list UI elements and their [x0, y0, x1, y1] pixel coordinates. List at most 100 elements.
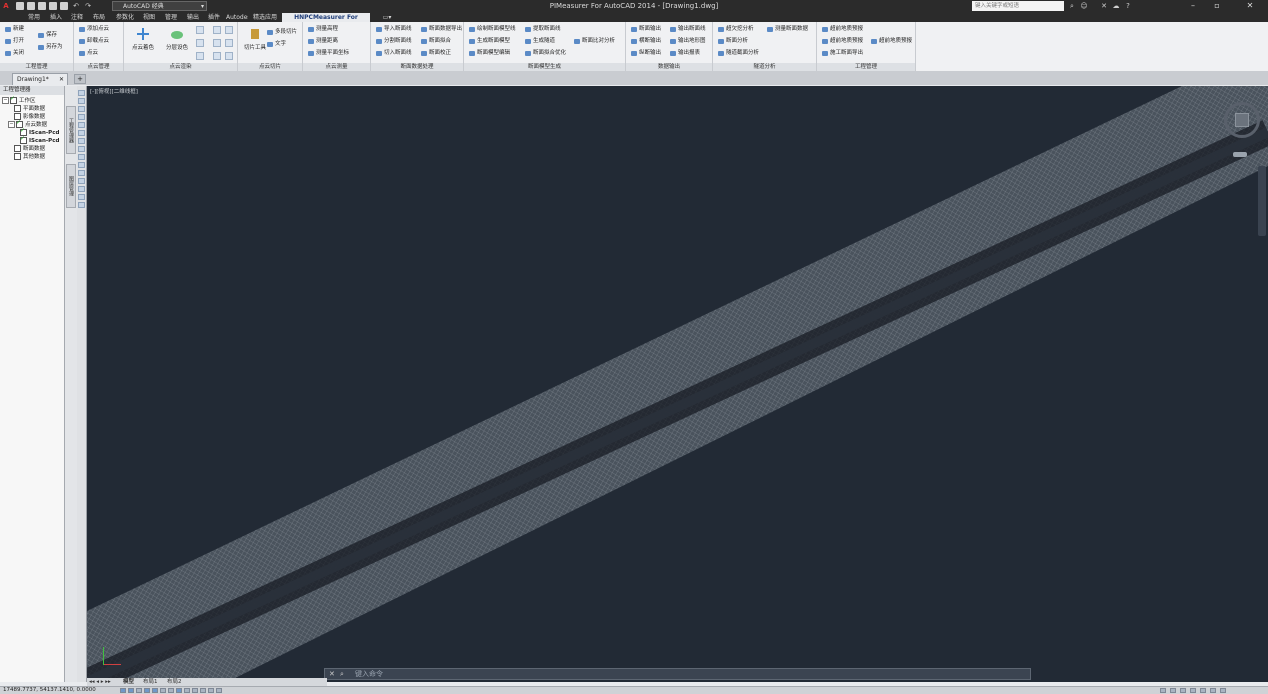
- fit-optimize-button[interactable]: 断面拟合优化: [524, 49, 566, 58]
- section-analysis-button[interactable]: 断面分析: [717, 37, 748, 46]
- tab-parametric[interactable]: 参数化: [112, 13, 138, 22]
- ortho-toggle-icon[interactable]: [136, 688, 142, 693]
- render-option-icon[interactable]: [213, 39, 221, 47]
- navcube-icon[interactable]: [1235, 113, 1249, 127]
- tab-hnpcmeasurer[interactable]: HNPCMeasurer For AutoCAD: [282, 13, 370, 30]
- tree-node-plane-data[interactable]: 平面数据: [14, 105, 45, 113]
- sc-toggle-icon[interactable]: [208, 688, 214, 693]
- polygon-tool-icon[interactable]: [78, 106, 85, 112]
- command-line[interactable]: ✕ ⌕ 键入命令: [324, 668, 1031, 680]
- tab-layout2[interactable]: 布局2: [167, 678, 182, 686]
- hardware-accel-icon[interactable]: [1190, 688, 1196, 693]
- output-map-button[interactable]: 输出地形图: [669, 37, 706, 46]
- navcube-menu-icon[interactable]: [1233, 152, 1247, 157]
- tpy-toggle-icon[interactable]: [192, 688, 198, 693]
- command-input[interactable]: 键入命令: [355, 669, 383, 679]
- region-tool-icon[interactable]: [78, 186, 85, 192]
- checkbox[interactable]: [14, 105, 21, 112]
- tree-node-other-data[interactable]: 其他数据: [14, 153, 45, 161]
- tab-annotate[interactable]: 注释: [68, 13, 86, 22]
- cloud-icon[interactable]: ☁: [1112, 2, 1120, 10]
- tree-node-iscan-2[interactable]: IScan-Pcd: [20, 135, 59, 145]
- clean-screen-icon[interactable]: [1210, 688, 1216, 693]
- point-tool-icon[interactable]: [78, 162, 85, 168]
- hatch-tool-icon[interactable]: [78, 170, 85, 176]
- tree-node-iscan-1[interactable]: IScan-Pcd: [20, 127, 59, 137]
- help-icon[interactable]: ?: [1124, 2, 1132, 10]
- tab-insert[interactable]: 插入: [47, 13, 65, 22]
- measure-coord-button[interactable]: 测量平面坐标: [307, 49, 349, 58]
- render-option-icon[interactable]: [196, 52, 204, 60]
- first-layout-icon[interactable]: ◂◂ ◂ ▸ ▸▸: [89, 678, 111, 686]
- geo-forecast-button-2[interactable]: 超前地质预报: [821, 37, 863, 46]
- extract-section-button[interactable]: 提取断面线: [524, 25, 561, 34]
- search-icon[interactable]: ⌕: [340, 670, 344, 679]
- snap-toggle-icon[interactable]: [120, 688, 126, 693]
- rectangle-tool-icon[interactable]: [78, 114, 85, 120]
- measure-elevation-button[interactable]: 测量高程: [307, 25, 338, 34]
- output-report-button[interactable]: 输出报表: [669, 49, 700, 58]
- cloud-button[interactable]: 点云: [78, 49, 98, 58]
- close-icon[interactable]: ✕: [1232, 0, 1268, 12]
- customize-icon[interactable]: [1220, 688, 1226, 693]
- render-option-icon[interactable]: [196, 39, 204, 47]
- overbreak-button[interactable]: 超欠挖分析: [717, 25, 754, 34]
- block-tool-icon[interactable]: [78, 154, 85, 160]
- geo-forecast-button[interactable]: 超前地质预报: [821, 25, 863, 34]
- cloud-color-button[interactable]: 点云着色: [128, 24, 158, 62]
- cross-output-button[interactable]: 横断输出: [630, 37, 661, 46]
- close-icon[interactable]: ✕: [59, 74, 64, 85]
- open-button[interactable]: 打开: [4, 37, 24, 46]
- render-option-icon[interactable]: [225, 52, 233, 60]
- fit-section-button[interactable]: 断面拟合: [420, 37, 451, 46]
- exchange-icon[interactable]: ✕: [1100, 2, 1108, 10]
- otrack-toggle-icon[interactable]: [160, 688, 166, 693]
- geo-forecast-button-3[interactable]: 超前地质预报: [870, 37, 912, 46]
- close-button[interactable]: 关闭: [4, 49, 24, 58]
- tree-node-cloud-data[interactable]: − 点云数据: [8, 119, 47, 129]
- ellipse-tool-icon[interactable]: [78, 146, 85, 152]
- multi-slice-button[interactable]: 多段切片: [266, 28, 297, 37]
- arc-tool-icon[interactable]: [78, 122, 85, 128]
- search-input[interactable]: 键入关键字或短语: [972, 1, 1064, 11]
- tree-node-section-data[interactable]: 断面数据: [14, 145, 45, 153]
- tab-view[interactable]: 视图: [140, 13, 158, 22]
- export-section-button[interactable]: 断面数据导出: [420, 25, 462, 34]
- polyline-tool-icon[interactable]: [78, 98, 85, 104]
- gradient-tool-icon[interactable]: [78, 178, 85, 184]
- circle-tool-icon[interactable]: [78, 130, 85, 136]
- import-section-button[interactable]: 导入断面线: [375, 25, 412, 34]
- osnap-toggle-icon[interactable]: [152, 688, 158, 693]
- ducs-toggle-icon[interactable]: [168, 688, 174, 693]
- close-icon[interactable]: ✕: [329, 670, 335, 679]
- construct-export-button[interactable]: 施工断面导出: [821, 49, 863, 58]
- checkbox[interactable]: [14, 145, 21, 152]
- text-button[interactable]: 文字: [266, 40, 286, 49]
- drawing-canvas[interactable]: [-][俯视][二维线框]: [87, 86, 1268, 682]
- spline-tool-icon[interactable]: [78, 138, 85, 144]
- lwt-toggle-icon[interactable]: [184, 688, 190, 693]
- correct-section-button[interactable]: 断面校正: [420, 49, 451, 58]
- compare-analysis-button[interactable]: 断面比对分析: [573, 37, 615, 46]
- grid-toggle-icon[interactable]: [128, 688, 134, 693]
- line-tool-icon[interactable]: [78, 90, 85, 96]
- render-option-icon[interactable]: [213, 52, 221, 60]
- table-tool-icon[interactable]: [78, 194, 85, 200]
- save-button[interactable]: 保存: [37, 31, 57, 40]
- long-output-button[interactable]: 纵断输出: [630, 49, 661, 58]
- workspace-switch-icon[interactable]: [1160, 688, 1166, 693]
- expand-icon[interactable]: −: [8, 121, 15, 128]
- tab-featured-apps[interactable]: 精选应用: [251, 13, 279, 22]
- tunnel-section-button[interactable]: 隧道截面分析: [717, 49, 759, 58]
- isolate-objects-icon[interactable]: [1200, 688, 1206, 693]
- checkbox[interactable]: [20, 135, 27, 144]
- tab-plugins[interactable]: 插件: [205, 13, 223, 22]
- cut-section-button[interactable]: 切入断面线: [375, 49, 412, 58]
- qp-toggle-icon[interactable]: [200, 688, 206, 693]
- navigation-bar[interactable]: [1258, 166, 1266, 236]
- minimize-icon[interactable]: –: [1182, 0, 1204, 12]
- new-tab-icon[interactable]: +: [74, 74, 86, 84]
- viewport-label[interactable]: [-][俯视][二维线框]: [90, 87, 138, 95]
- layer-color-button[interactable]: 分层设色: [162, 24, 192, 62]
- split-section-button[interactable]: 分割断面线: [375, 37, 412, 46]
